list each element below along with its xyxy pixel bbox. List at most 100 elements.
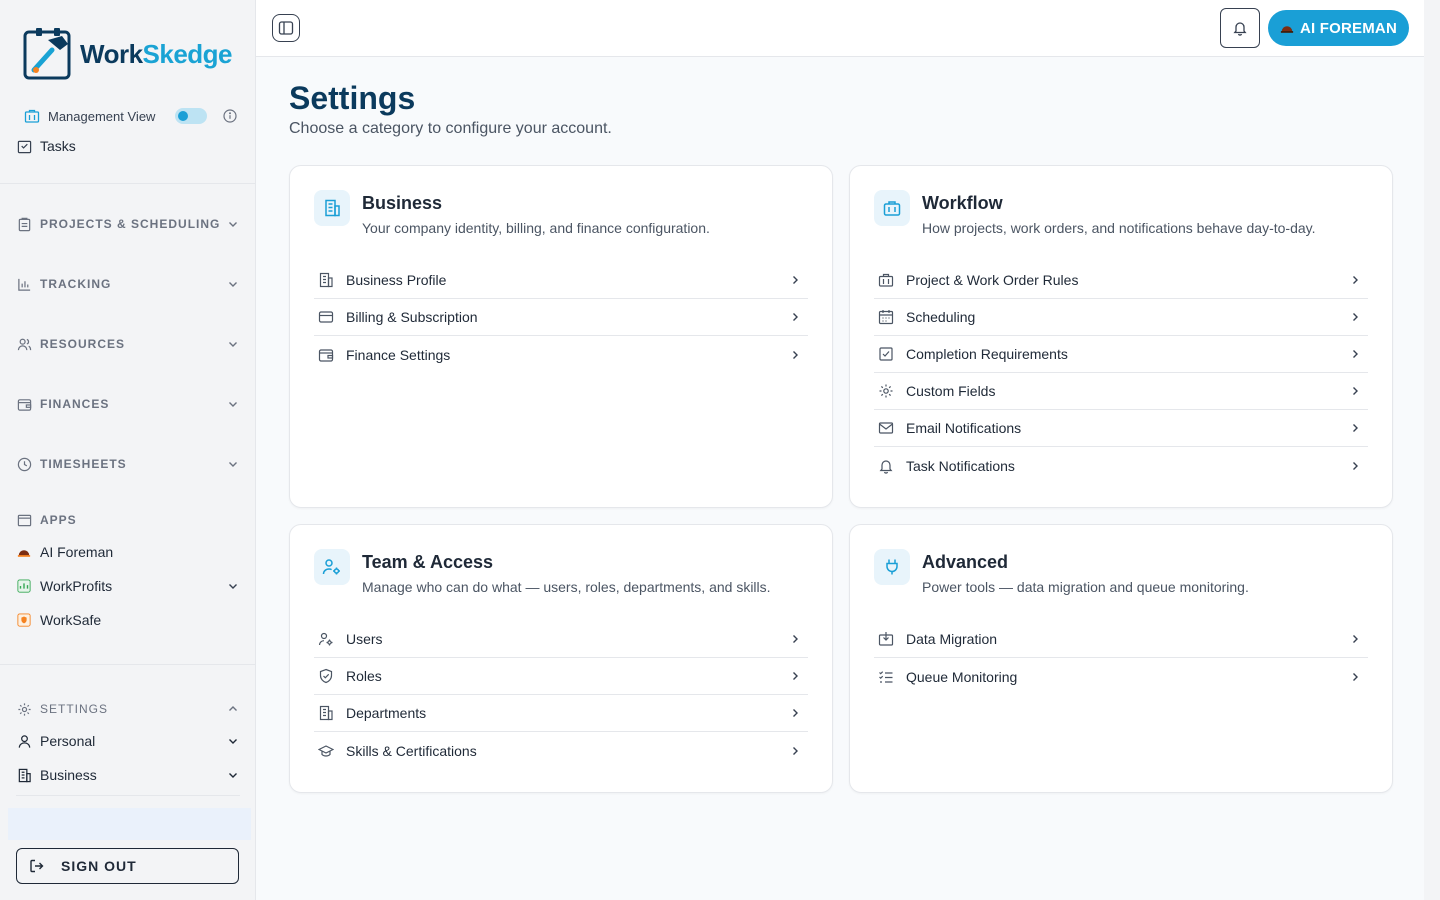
- sidebar-nav[interactable]: Tasks PROJECTS & SCHEDULING TRACKING RES…: [0, 132, 256, 800]
- billing-subscription-link[interactable]: Billing & Subscription: [314, 299, 808, 336]
- graduation-cap-icon: [318, 744, 334, 757]
- skills-certifications-link[interactable]: Skills & Certifications: [314, 732, 808, 769]
- card-icon-badge: [874, 549, 910, 585]
- chevron-right-icon: [1353, 635, 1358, 643]
- checkbox-icon: [879, 347, 893, 361]
- user-cog-icon: [322, 559, 340, 575]
- sidebar-section-timesheets[interactable]: TIMESHEETS: [16, 452, 240, 476]
- business-profile-link[interactable]: Business Profile: [314, 262, 808, 299]
- chevron-down-icon: [229, 222, 237, 227]
- notifications-button[interactable]: [1220, 8, 1260, 48]
- sidebar-section-tracking[interactable]: TRACKING: [16, 272, 240, 296]
- chevron-right-icon: [793, 313, 798, 321]
- hardhat-icon: [1280, 26, 1294, 33]
- chevron-right-icon: [793, 672, 798, 680]
- queue-monitoring-link[interactable]: Queue Monitoring: [874, 658, 1368, 695]
- ai-foreman-button[interactable]: AI FOREMAN: [1268, 10, 1409, 46]
- card-description: Manage who can do what — users, roles, d…: [362, 579, 771, 595]
- sidebar-footer-highlight: [8, 808, 251, 840]
- sidebar-item-business[interactable]: Business: [16, 763, 240, 787]
- card-title: Workflow: [922, 193, 1003, 213]
- card-link-list: Business Profile Billing & Subscription …: [314, 262, 808, 373]
- credit-card-icon: [318, 311, 334, 323]
- chevron-right-icon: [1353, 350, 1358, 358]
- gear-icon: [17, 702, 31, 716]
- card-icon-badge: [314, 190, 350, 226]
- chevron-down-icon: [229, 402, 237, 407]
- bell-icon: [879, 459, 893, 474]
- sidebar-item-worksafe[interactable]: WorkSafe: [16, 608, 240, 632]
- info-icon[interactable]: [223, 109, 238, 123]
- calendar-icon: [878, 310, 894, 325]
- wallet-icon: [17, 398, 31, 411]
- hardhat-icon: [17, 550, 31, 557]
- card-title: Team & Access: [362, 552, 494, 572]
- chevron-right-icon: [1353, 313, 1358, 321]
- task-notifications-link[interactable]: Task Notifications: [874, 447, 1368, 484]
- project-work-order-rules-link[interactable]: Project & Work Order Rules: [874, 262, 1368, 299]
- plug-icon: [886, 559, 898, 575]
- app-window-icon: [17, 514, 31, 526]
- management-view-toggle[interactable]: [175, 108, 208, 124]
- sidebar-item-personal[interactable]: Personal: [16, 729, 240, 753]
- building-icon: [18, 768, 31, 782]
- building-icon: [319, 705, 333, 721]
- logo-wordmark: WorkSkedge: [80, 38, 233, 69]
- scheduling-link[interactable]: Scheduling: [874, 299, 1368, 336]
- sidebar-divider: [0, 664, 256, 665]
- worksedge-logo[interactable]: WorkSkedge: [22, 26, 233, 82]
- sidebar-apps-header: APPS: [16, 508, 240, 532]
- workflow-settings-card: Workflow How projects, work orders, and …: [849, 165, 1393, 508]
- chevron-right-icon: [793, 350, 798, 359]
- briefcase-icon: [878, 273, 894, 287]
- page-scrollbar-track[interactable]: [1424, 0, 1440, 900]
- bar-chart-icon: [17, 278, 30, 291]
- completion-requirements-link[interactable]: Completion Requirements: [874, 336, 1368, 373]
- toggle-sidebar-button[interactable]: [272, 14, 300, 42]
- data-migration-link[interactable]: Data Migration: [874, 621, 1368, 658]
- sidebar-item-ai-foreman[interactable]: AI Foreman: [16, 540, 240, 564]
- sidebar-divider: [16, 795, 240, 796]
- sidebar-panel-icon: [278, 21, 294, 35]
- chevron-right-icon: [1353, 672, 1358, 681]
- chevron-right-icon: [1353, 387, 1358, 395]
- sign-out-button[interactable]: SIGN OUT: [16, 848, 239, 884]
- users-link[interactable]: Users: [314, 621, 808, 658]
- email-notifications-link[interactable]: Email Notifications: [874, 410, 1368, 447]
- sidebar-section-projects[interactable]: PROJECTS & SCHEDULING: [16, 212, 240, 236]
- log-out-icon: [30, 859, 44, 873]
- sidebar-settings-header[interactable]: SETTINGS: [16, 697, 240, 721]
- chevron-right-icon: [793, 746, 798, 755]
- briefcase-icon: [883, 201, 901, 216]
- wallet-icon: [318, 348, 334, 362]
- chevron-down-icon: [229, 584, 237, 589]
- departments-link[interactable]: Departments: [314, 695, 808, 732]
- users-icon: [17, 338, 31, 350]
- logo-hammer-icon: [23, 28, 71, 80]
- card-description: Your company identity, billing, and fina…: [362, 220, 710, 236]
- sidebar: WorkSkedge Management View Tasks PROJECT…: [0, 0, 256, 900]
- shield-check-icon: [319, 668, 333, 684]
- advanced-settings-card: Advanced Power tools — data migration an…: [849, 524, 1393, 793]
- bell-icon: [1233, 22, 1247, 36]
- chevron-down-icon: [229, 773, 237, 778]
- sidebar-item-workprofits[interactable]: WorkProfits: [16, 574, 240, 598]
- user-icon: [18, 734, 30, 748]
- roles-link[interactable]: Roles: [314, 658, 808, 695]
- chevron-right-icon: [1353, 461, 1358, 470]
- finance-settings-link[interactable]: Finance Settings: [314, 336, 808, 373]
- sidebar-item-tasks[interactable]: Tasks: [16, 134, 240, 158]
- top-bar: AI FOREMAN: [256, 0, 1440, 57]
- sidebar-section-resources[interactable]: RESOURCES: [16, 332, 240, 356]
- card-description: Power tools — data migration and queue m…: [922, 579, 1249, 595]
- custom-fields-link[interactable]: Custom Fields: [874, 373, 1368, 410]
- clipboard-icon: [18, 217, 30, 231]
- sidebar-divider: [0, 183, 256, 184]
- clock-icon: [17, 457, 31, 471]
- user-cog-icon: [318, 632, 333, 646]
- import-icon: [878, 632, 894, 646]
- management-view-label: Management View: [48, 108, 156, 124]
- list-checks-icon: [879, 670, 893, 683]
- chevron-right-icon: [1353, 424, 1358, 432]
- sidebar-section-finances[interactable]: FINANCES: [16, 392, 240, 416]
